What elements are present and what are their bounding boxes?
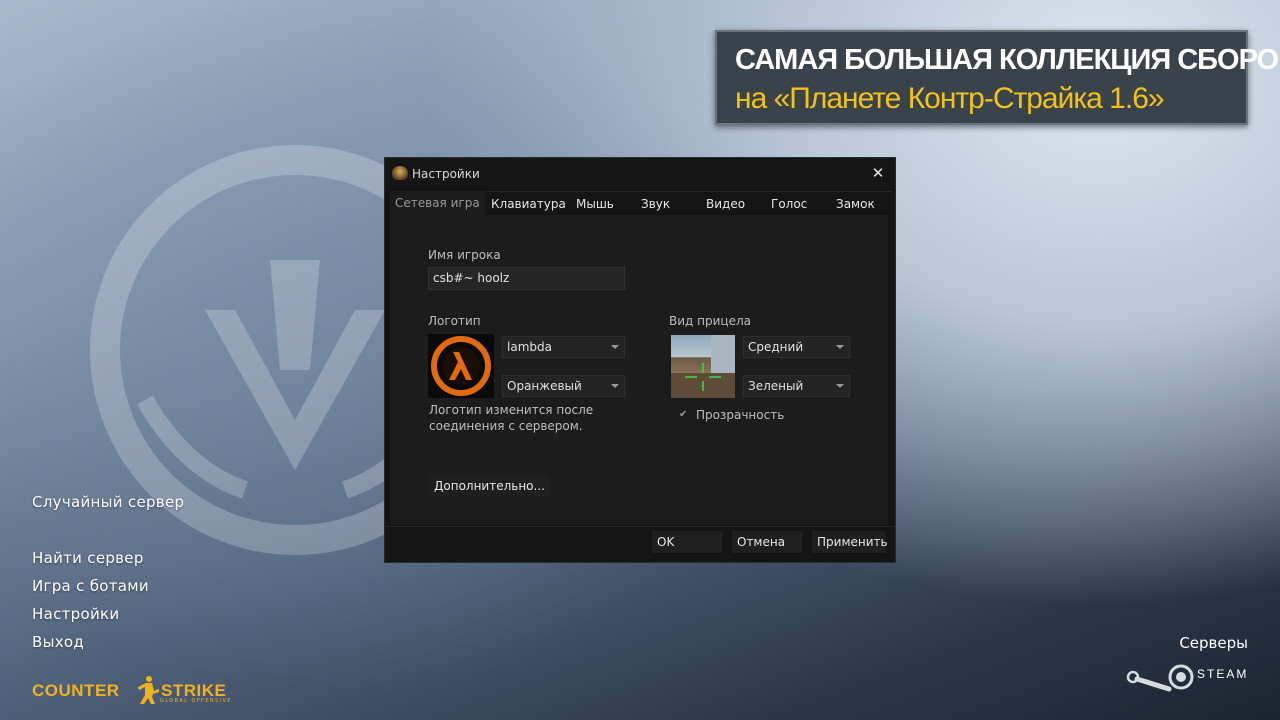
dialog-title: Настройки — [412, 167, 480, 181]
servers-link[interactable]: Серверы — [1179, 634, 1248, 652]
steam-icon — [1126, 664, 1194, 692]
tab-lock[interactable]: Замок — [831, 191, 891, 215]
logo-text-counter: COUNTER — [32, 681, 120, 700]
crosshair-size-select[interactable]: Средний — [743, 336, 850, 358]
crosshair-color-value: Зеленый — [748, 379, 804, 393]
logo-note-line2: соединения с сервером. — [429, 419, 583, 433]
logo-preview — [428, 334, 494, 398]
menu-find-server[interactable]: Найти сервер — [32, 549, 144, 567]
logo-select[interactable]: lambda — [502, 336, 625, 358]
tab-voice[interactable]: Голос — [766, 191, 831, 215]
advanced-button[interactable]: Дополнительно... — [429, 475, 549, 497]
logo-color-select[interactable]: Оранжевый — [502, 375, 625, 397]
player-name-label: Имя игрока — [428, 248, 501, 262]
menu-exit[interactable]: Выход — [32, 633, 84, 651]
cancel-button[interactable]: Отмена — [732, 531, 802, 553]
menu-random-server[interactable]: Случайный сервер — [32, 493, 184, 511]
menu-settings[interactable]: Настройки — [32, 605, 119, 623]
tab-sound[interactable]: Звук — [636, 191, 701, 215]
banner-title: САМАЯ БОЛЬШАЯ КОЛЛЕКЦИЯ СБОРОК — [735, 44, 1280, 76]
tab-bar: Сетевая игра Клавиатура Мышь Звук Видео … — [390, 191, 891, 215]
tab-video[interactable]: Видео — [701, 191, 766, 215]
ok-button[interactable]: OK — [652, 531, 722, 553]
logo-note-line1: Логотип изменится после — [429, 403, 594, 417]
close-icon[interactable]: ✕ — [869, 164, 887, 182]
logo-subtitle: GLOBAL OFFENSIVE — [160, 698, 232, 704]
chevron-down-icon — [836, 345, 844, 349]
crosshair-preview — [671, 335, 735, 398]
tab-keyboard[interactable]: Клавиатура — [486, 191, 571, 215]
promo-banner: САМАЯ БОЛЬШАЯ КОЛЛЕКЦИЯ СБОРОК на «Плане… — [715, 30, 1280, 125]
logo-label: Логотип — [428, 314, 481, 328]
soldier-icon — [138, 676, 159, 704]
logo-select-value: lambda — [507, 340, 552, 354]
app-icon — [392, 166, 408, 180]
dialog-footer-divider — [385, 526, 895, 527]
tab-network-game[interactable]: Сетевая игра — [390, 191, 486, 215]
steam-logo: STEAM — [1125, 663, 1250, 697]
lambda-icon — [431, 336, 491, 396]
transparency-checkbox[interactable]: ✔ — [679, 410, 688, 420]
tab-mouse[interactable]: Мышь — [571, 191, 636, 215]
menu-play-with-bots[interactable]: Игра с ботами — [32, 577, 149, 595]
chevron-down-icon — [611, 384, 619, 388]
crosshair-size-value: Средний — [748, 340, 804, 354]
player-name-input[interactable]: csb#~ hoolz — [428, 267, 625, 290]
chevron-down-icon — [611, 345, 619, 349]
crosshair-color-select[interactable]: Зеленый — [743, 375, 850, 397]
logo-color-select-value: Оранжевый — [507, 379, 582, 393]
crosshair-icon — [671, 335, 735, 398]
chevron-down-icon — [836, 384, 844, 388]
banner-subtitle: на «Планете Контр-Страйка 1.6» — [735, 82, 1165, 115]
counter-strike-logo: COUNTER STRIKE GLOBAL OFFENSIVE — [32, 675, 242, 707]
dialog-titlebar[interactable]: Настройки ✕ — [385, 158, 895, 190]
transparency-label: Прозрачность — [696, 408, 785, 422]
crosshair-label: Вид прицела — [669, 314, 751, 328]
apply-button[interactable]: Применить — [812, 531, 888, 553]
settings-dialog: Настройки ✕ Сетевая игра Клавиатура Мышь… — [384, 157, 896, 563]
steam-label: STEAM — [1197, 667, 1249, 681]
